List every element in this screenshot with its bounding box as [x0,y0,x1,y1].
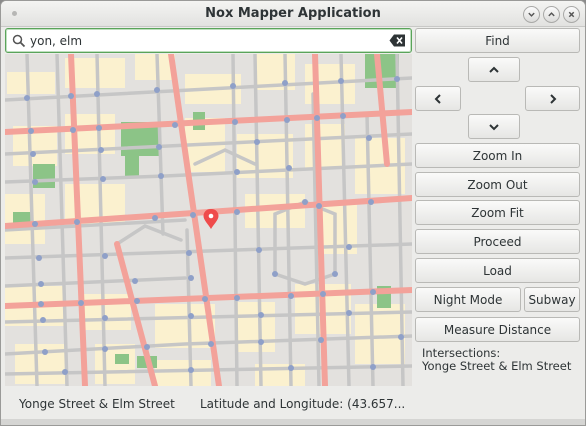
pan-left-button[interactable] [415,86,461,111]
chevron-up-icon [489,66,499,73]
chevron-right-icon [549,93,556,104]
search-field[interactable] [5,28,412,53]
zoom-fit-button[interactable]: Zoom Fit [415,200,580,225]
window-bottom-edge [1,419,585,425]
find-button[interactable]: Find [415,28,580,53]
pan-up-button[interactable] [468,57,520,82]
maximize-button[interactable] [543,6,560,23]
intersection-info: Intersections: Yonge Street & Elm Street [422,347,582,373]
window-title: Nox Mapper Application [205,6,381,21]
zoom-out-button[interactable]: Zoom Out [415,172,580,197]
subway-button[interactable]: Subway [524,287,580,312]
close-icon [568,11,575,18]
map-drawing [5,54,412,386]
status-bar: Yonge Street & Elm Street Latitude and L… [1,387,585,419]
minimize-icon [528,12,535,17]
night-mode-button[interactable]: Night Mode [415,287,521,312]
status-coordinates: Latitude and Longitude: (43.657... [200,397,406,411]
measure-distance-button[interactable]: Measure Distance [415,317,580,342]
chevron-down-icon [489,123,499,130]
minimize-button[interactable] [523,6,540,23]
chevron-left-icon [434,93,441,104]
clear-text-icon[interactable] [389,34,406,47]
app-window: Nox Mapper Application yon, elm Find Zoo… [0,0,586,426]
pan-down-button[interactable] [468,114,520,139]
search-icon [12,34,26,48]
intersection-value: Yonge Street & Elm Street [422,359,572,373]
proceed-button[interactable]: Proceed [415,229,580,254]
pan-right-button[interactable] [525,86,580,111]
load-button[interactable]: Load [415,258,580,283]
zoom-in-button[interactable]: Zoom In [415,143,580,168]
status-location: Yonge Street & Elm Street [19,397,175,411]
map-canvas[interactable] [5,54,412,386]
search-input[interactable] [30,31,390,50]
maximize-icon [548,12,555,17]
title-bar: Nox Mapper Application [1,1,585,27]
close-button[interactable] [563,6,580,23]
